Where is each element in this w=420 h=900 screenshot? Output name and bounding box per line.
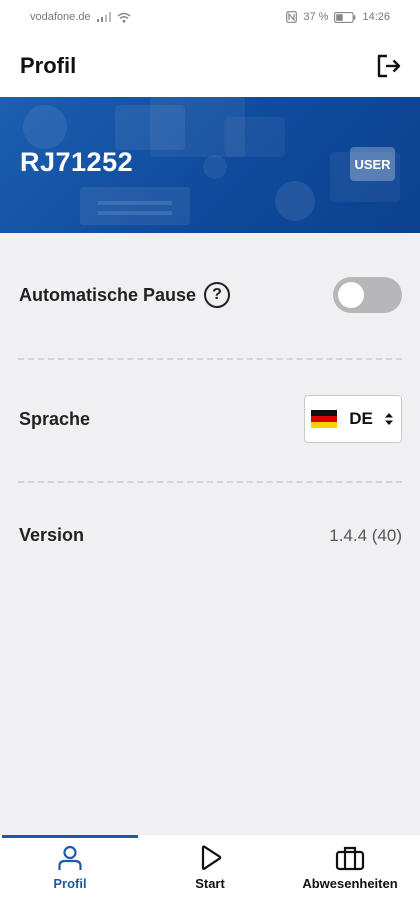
logout-icon bbox=[377, 54, 401, 77]
settings-list: Automatische Pause ? Sprache DE Version … bbox=[0, 233, 420, 835]
divider bbox=[18, 358, 402, 360]
germany-flag-icon bbox=[311, 410, 337, 428]
app-bar: Profil bbox=[0, 34, 420, 97]
play-icon bbox=[201, 845, 222, 870]
page-title: Profil bbox=[20, 52, 77, 78]
nav-label-start: Start bbox=[195, 876, 225, 891]
auto-pause-row: Automatische Pause ? bbox=[19, 277, 402, 313]
language-value: DE bbox=[349, 409, 373, 428]
divider bbox=[18, 481, 402, 483]
auto-pause-label: Automatische Pause bbox=[19, 284, 197, 305]
toggle-knob bbox=[338, 282, 364, 308]
user-id: RJ71252 bbox=[20, 147, 134, 177]
signal-icon bbox=[96, 12, 111, 22]
version-label: Version bbox=[19, 525, 85, 545]
clock: 14:26 bbox=[362, 11, 390, 23]
person-icon bbox=[58, 845, 82, 870]
version-value: 1.4.4 (40) bbox=[329, 525, 402, 545]
suitcase-icon bbox=[335, 846, 365, 871]
version-row: Version 1.4.4 (40) bbox=[19, 525, 402, 546]
language-select[interactable]: DE bbox=[304, 395, 402, 443]
bottom-navigation: Profil Start Abwesenheiten bbox=[0, 835, 420, 900]
status-bar: vodafone.de 37 % 14:26 bbox=[0, 0, 420, 34]
auto-pause-toggle[interactable] bbox=[333, 277, 402, 313]
battery-percent: 37 % bbox=[303, 11, 329, 23]
nfc-icon bbox=[286, 11, 298, 23]
carrier-name: vodafone.de bbox=[30, 11, 91, 23]
language-label: Sprache bbox=[19, 408, 91, 429]
nav-item-profil[interactable]: Profil bbox=[0, 835, 140, 900]
help-icon[interactable]: ? bbox=[204, 282, 231, 308]
wifi-icon bbox=[117, 12, 131, 23]
nav-item-abwesenheiten[interactable]: Abwesenheiten bbox=[280, 835, 420, 900]
nav-label-profil: Profil bbox=[53, 876, 87, 891]
profile-banner: RJ71252 USER bbox=[0, 97, 420, 233]
role-badge: USER bbox=[350, 147, 395, 181]
nav-item-start[interactable]: Start bbox=[140, 835, 280, 900]
battery-icon bbox=[334, 11, 356, 23]
language-row: Sprache DE bbox=[19, 395, 402, 443]
select-arrows-icon bbox=[385, 413, 393, 425]
nav-label-abwesenheiten: Abwesenheiten bbox=[302, 876, 398, 891]
logout-button[interactable] bbox=[374, 51, 404, 81]
